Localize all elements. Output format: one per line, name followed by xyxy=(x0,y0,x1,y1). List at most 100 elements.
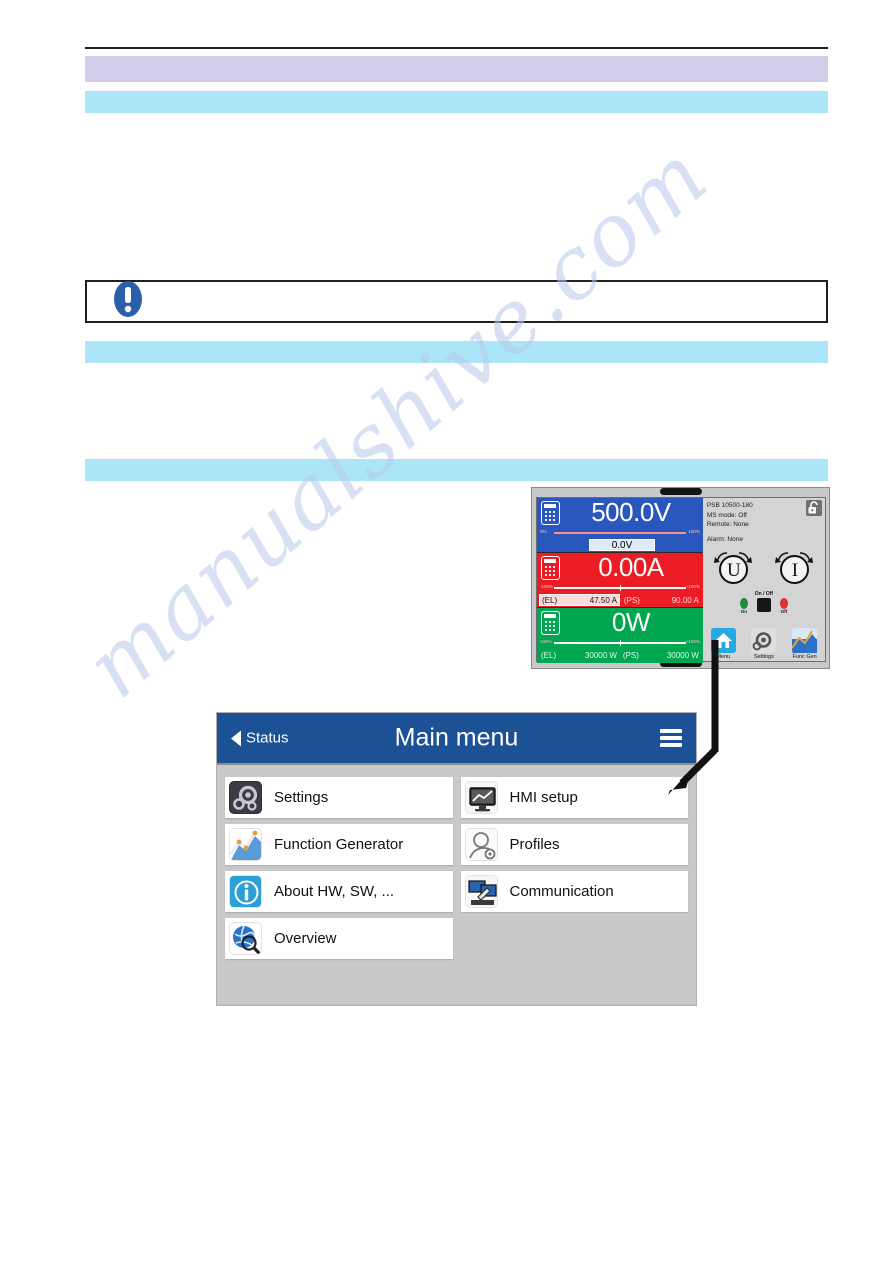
menu-item-communication-label: Communication xyxy=(509,883,614,900)
current-el-label: (EL) xyxy=(542,595,558,605)
power-button-row: On Off xyxy=(703,598,825,614)
device-screen: 500.0V 0% 100% 0.0V 0.00A -100% +100% (E… xyxy=(536,497,826,663)
menu-item-profiles-label: Profiles xyxy=(509,836,560,853)
power-scale-mid xyxy=(619,640,621,646)
chapter-heading-bar xyxy=(85,56,828,82)
current-scale-mid xyxy=(619,585,621,591)
main-menu-titlebar: Status Main menu xyxy=(217,713,696,765)
power-ps-label: (PS) xyxy=(622,650,639,660)
power-ps-value: 30000 W xyxy=(666,650,699,660)
menu-item-communication[interactable]: Communication xyxy=(460,871,688,912)
keypad-icon[interactable] xyxy=(541,611,560,635)
menu-item-overview[interactable]: Overview xyxy=(225,918,453,959)
current-scale-min: -100% xyxy=(540,584,554,589)
header-rule xyxy=(85,47,828,49)
keypad-icon[interactable] xyxy=(541,501,560,525)
menu-item-hmi-setup[interactable]: HMI setup xyxy=(460,777,688,818)
current-scale: -100% +100% xyxy=(540,584,700,592)
off-label: Off xyxy=(780,609,788,614)
power-value: 0W xyxy=(611,608,650,637)
current-el-value: 47.50 A xyxy=(589,595,617,605)
current-ps-value: 90.00 A xyxy=(671,595,699,605)
softkey-menu-label: Menu xyxy=(716,654,731,660)
power-toggle-button[interactable] xyxy=(756,598,771,612)
power-el-label: (EL) xyxy=(541,650,557,660)
current-ps-field[interactable]: (PS) 90.00 A xyxy=(622,594,701,606)
alarm-status: Alarm: None xyxy=(706,535,743,543)
voltage-value: 500.0V xyxy=(591,498,671,527)
softkey-funcgen-label: Func Gen xyxy=(792,654,817,660)
home-icon[interactable] xyxy=(710,628,736,653)
softkey-settings[interactable]: Settings xyxy=(746,628,782,660)
unlocked-padlock-icon[interactable] xyxy=(806,500,822,516)
menu-item-overview-label: Overview xyxy=(274,930,337,947)
page-title: Main menu xyxy=(394,723,519,752)
current-limits: (EL) 47.50 A (PS) 90.00 A xyxy=(539,594,701,606)
section-heading-bar-3 xyxy=(85,459,828,481)
hamburger-icon[interactable] xyxy=(660,729,682,747)
rotary-knob-row: U I xyxy=(703,551,825,585)
power-el-value: 30000 W xyxy=(584,650,617,660)
device-status-block: PSB 10500-180 MS mode: Off Remote: None … xyxy=(707,501,821,544)
menu-item-settings[interactable]: Settings xyxy=(225,777,453,818)
note-box xyxy=(85,280,828,323)
main-menu-body: Settings Function Generator About HW, SW… xyxy=(217,765,696,1005)
monitors-wrench-icon xyxy=(464,875,498,908)
softkey-settings-label: Settings xyxy=(753,654,774,660)
info-exclamation-icon xyxy=(113,280,143,323)
softkey-row: Menu Settings Func Gen xyxy=(703,628,825,660)
on-led xyxy=(739,598,748,609)
menu-item-about-label: About HW, SW, ... xyxy=(274,883,395,900)
section-heading-bar-1 xyxy=(85,91,828,113)
voltage-scale-min: 0% xyxy=(540,529,547,534)
current-knob[interactable]: I xyxy=(774,551,814,585)
chart-icon[interactable] xyxy=(791,628,818,653)
power-limits: (EL) 30000 W (PS) 30000 W xyxy=(539,649,701,661)
device-model: PSB 10500-180 xyxy=(706,502,753,509)
current-el-field[interactable]: (EL) 47.50 A xyxy=(539,594,620,606)
voltage-scale-max: 100% xyxy=(688,529,700,534)
main-menu-left-column: Settings Function Generator About HW, SW… xyxy=(225,777,453,1005)
globe-magnifier-icon xyxy=(229,922,262,955)
power-readout[interactable]: 0W 100% +100% (EL) 30000 W (PS) 30000 W xyxy=(537,608,703,663)
off-led xyxy=(779,598,788,609)
menu-item-about[interactable]: About HW, SW, ... xyxy=(225,871,453,912)
menu-item-function-generator[interactable]: Function Generator xyxy=(225,824,453,865)
power-scale-max: +100% xyxy=(685,639,700,644)
person-gear-icon xyxy=(464,828,498,861)
keypad-icon[interactable] xyxy=(541,556,560,580)
gear-icon xyxy=(229,781,262,814)
current-ps-label: (PS) xyxy=(623,595,640,605)
device-front-panel: 500.0V 0% 100% 0.0V 0.00A -100% +100% (E… xyxy=(531,487,830,669)
current-readout[interactable]: 0.00A -100% +100% (EL) 47.50 A (PS) 90.0… xyxy=(537,553,703,608)
softkey-menu[interactable]: Menu xyxy=(705,628,741,660)
voltage-readout[interactable]: 500.0V 0% 100% 0.0V xyxy=(537,498,703,553)
menu-item-settings-label: Settings xyxy=(274,789,329,806)
power-button-label: On / Off xyxy=(754,591,774,597)
readout-column: 500.0V 0% 100% 0.0V 0.00A -100% +100% (E… xyxy=(537,498,703,663)
remote-status: Remote: None xyxy=(706,521,749,528)
power-ps-field[interactable]: (PS) 30000 W xyxy=(621,649,701,661)
device-side-column: PSB 10500-180 MS mode: Off Remote: None … xyxy=(702,498,825,661)
off-led-group: Off xyxy=(779,598,788,614)
menu-item-hmi-setup-label: HMI setup xyxy=(509,789,578,806)
power-scale-min: 100% xyxy=(540,639,552,644)
current-scale-max: +100% xyxy=(685,584,700,589)
on-led-group: On xyxy=(739,598,748,614)
power-button-block: On / Off On Off xyxy=(703,591,825,614)
bezel-notch-top xyxy=(659,488,702,495)
info-icon xyxy=(229,875,262,908)
voltage-knob[interactable]: U xyxy=(713,551,753,585)
menu-item-function-generator-label: Function Generator xyxy=(274,836,404,853)
menu-item-profiles[interactable]: Profiles xyxy=(460,824,688,865)
main-menu-right-column: HMI setup Profiles Communication xyxy=(460,777,688,1005)
section-heading-bar-2 xyxy=(85,341,828,363)
gear-icon[interactable] xyxy=(751,628,777,653)
voltage-scale-track xyxy=(554,532,686,534)
voltage-knob-label: U xyxy=(719,555,749,584)
current-value: 0.00A xyxy=(598,553,664,582)
voltage-setpoint[interactable]: 0.0V xyxy=(589,539,655,551)
monitor-icon xyxy=(464,781,498,814)
softkey-funcgen[interactable]: Func Gen xyxy=(787,628,823,660)
power-el-field[interactable]: (EL) 30000 W xyxy=(539,649,619,661)
